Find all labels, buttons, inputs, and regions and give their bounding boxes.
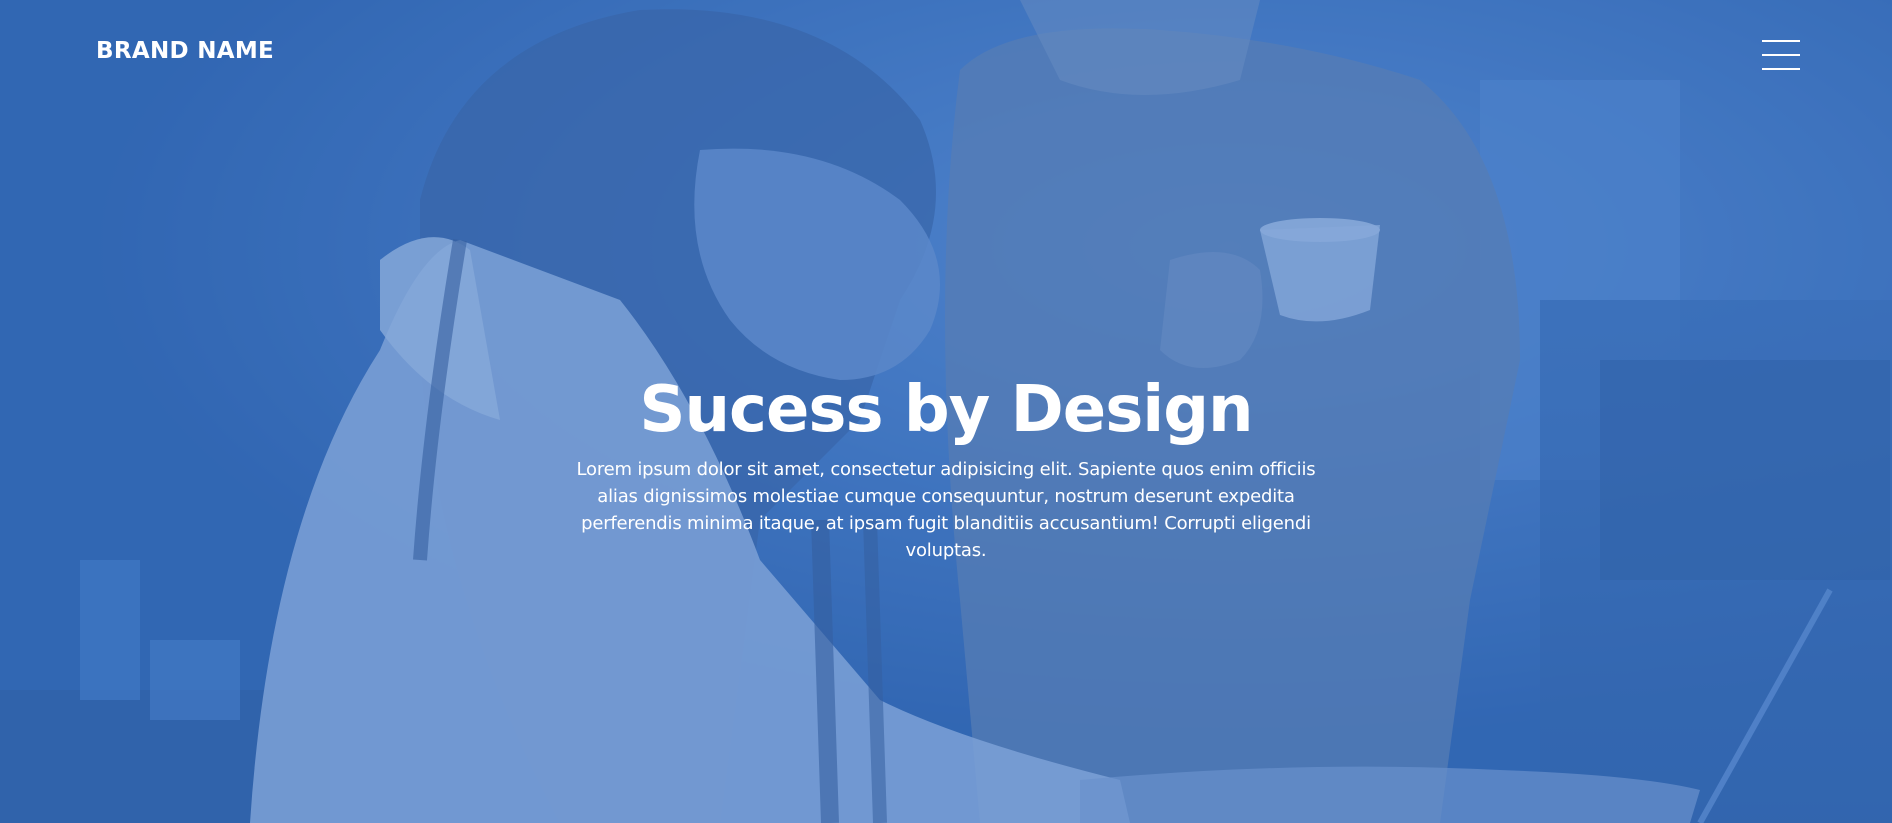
- hero-title: Sucess by Design: [639, 373, 1253, 447]
- hero-subtitle: Lorem ipsum dolor sit amet, consectetur …: [576, 459, 1316, 561]
- hamburger-menu-icon-line-bottom: [1762, 68, 1800, 70]
- hamburger-menu-icon-line-top: [1762, 40, 1800, 42]
- hamburger-menu-icon-line-middle: [1762, 54, 1800, 56]
- hamburger-menu-button[interactable]: [1762, 38, 1800, 72]
- hero-content: Sucess by Design Lorem ipsum dolor sit a…: [560, 370, 1332, 564]
- hero-section: BRAND NAME Sucess by Design Lorem ipsum …: [0, 0, 1892, 823]
- brand-logo[interactable]: BRAND NAME: [96, 38, 274, 64]
- navbar: BRAND NAME: [0, 0, 1892, 110]
